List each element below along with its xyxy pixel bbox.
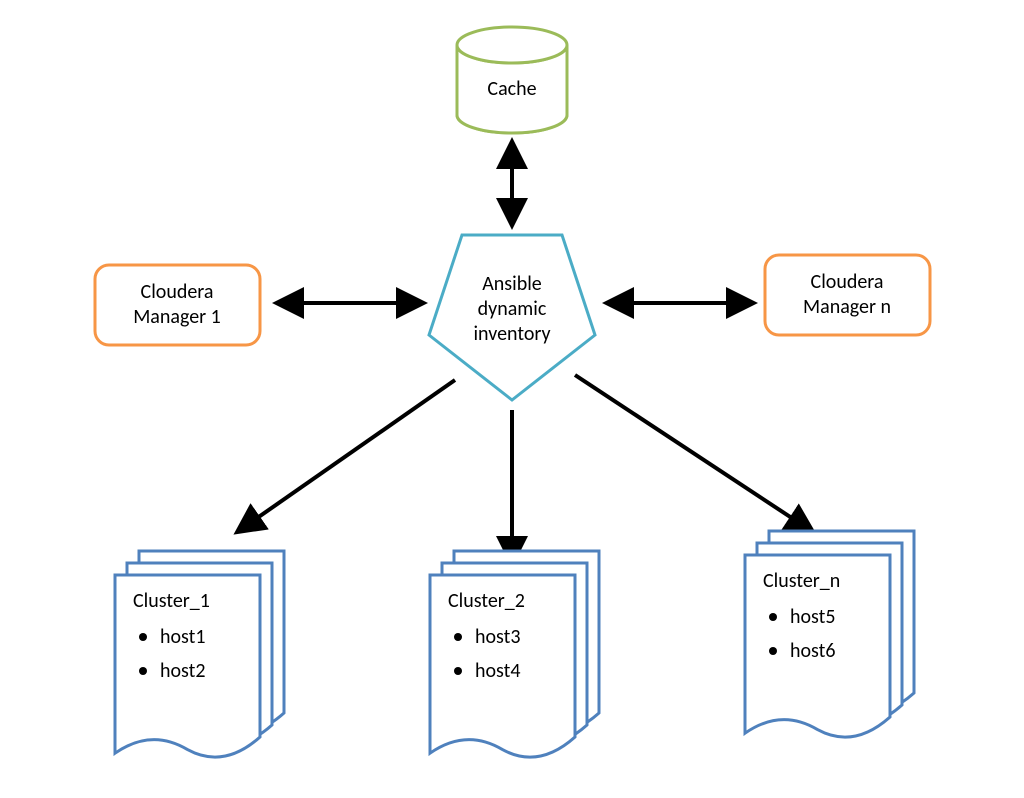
cluster-title: Cluster_n bbox=[763, 569, 840, 593]
bullet-icon bbox=[139, 667, 147, 675]
manager-right-line2: Manager n bbox=[803, 295, 891, 319]
center-line1: Ansible bbox=[482, 272, 542, 296]
cache-node: Cache bbox=[457, 27, 567, 133]
bullet-icon bbox=[454, 667, 462, 675]
cluster-2: Cluster_2 host3 host4 bbox=[430, 551, 599, 757]
cache-label: Cache bbox=[487, 77, 536, 101]
cloudera-manager-1: Cloudera Manager 1 bbox=[95, 265, 260, 345]
manager-right-line1: Cloudera bbox=[811, 270, 884, 294]
cluster-host: host2 bbox=[160, 659, 206, 683]
bullet-icon bbox=[139, 633, 147, 641]
cloudera-manager-n: Cloudera Manager n bbox=[765, 255, 930, 335]
cluster-title: Cluster_1 bbox=[133, 589, 210, 613]
bullet-icon bbox=[454, 633, 462, 641]
arrow-cluster-1 bbox=[240, 380, 455, 530]
cluster-host: host5 bbox=[790, 605, 836, 629]
architecture-diagram: Cache Ansible dynamic inventory Cloudera… bbox=[0, 0, 1024, 798]
cluster-host: host6 bbox=[790, 639, 836, 663]
cluster-n: Cluster_n host5 host6 bbox=[745, 531, 914, 737]
ansible-inventory-node: Ansible dynamic inventory bbox=[429, 235, 595, 400]
cluster-title: Cluster_2 bbox=[448, 589, 525, 613]
cluster-host: host4 bbox=[475, 659, 521, 683]
bullet-icon bbox=[769, 613, 777, 621]
arrow-cluster-n bbox=[575, 375, 810, 530]
manager-left-line2: Manager 1 bbox=[133, 305, 221, 329]
cluster-host: host3 bbox=[475, 625, 521, 649]
bullet-icon bbox=[769, 647, 777, 655]
center-line2: dynamic bbox=[478, 297, 547, 321]
center-line3: inventory bbox=[473, 322, 550, 346]
cluster-host: host1 bbox=[160, 625, 206, 649]
cluster-1: Cluster_1 host1 host2 bbox=[115, 551, 284, 757]
manager-left-line1: Cloudera bbox=[141, 280, 214, 304]
